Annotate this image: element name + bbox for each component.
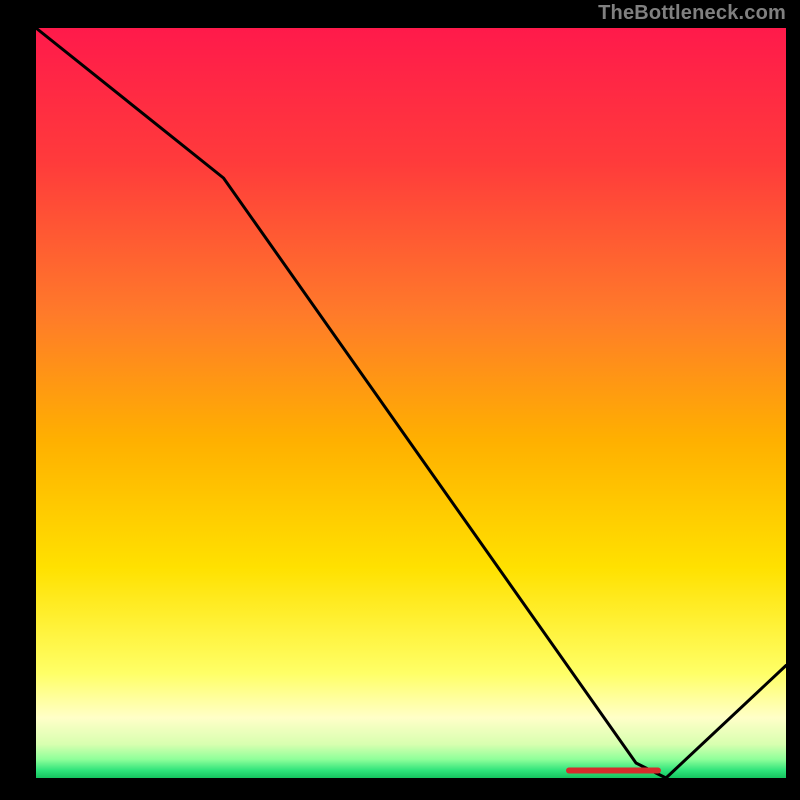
chart-svg	[0, 0, 800, 800]
watermark-label: TheBottleneck.com	[598, 2, 786, 25]
chart-annotation-marker	[566, 768, 661, 774]
chart-plot-area	[36, 28, 786, 778]
chart-frame: TheBottleneck.com	[0, 0, 800, 800]
